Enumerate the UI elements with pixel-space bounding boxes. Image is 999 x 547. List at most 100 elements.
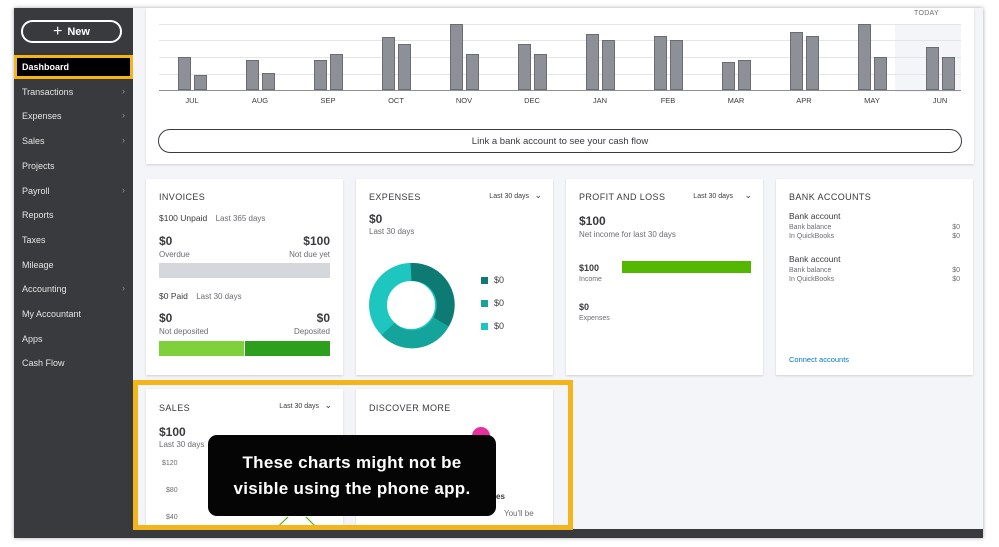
bank-account-name[interactable]: Bank account	[789, 254, 841, 264]
chevron-right-icon: ›	[122, 184, 125, 195]
expenses-donut[interactable]	[366, 260, 456, 350]
income-bar[interactable]	[622, 261, 751, 273]
cashflow-bar[interactable]	[382, 37, 395, 90]
callout-line: These charts might not be	[242, 452, 462, 472]
balance-value: $0	[952, 233, 960, 240]
sidebar-item-label: Reports	[22, 210, 54, 221]
balance-label: Bank balance	[789, 267, 832, 274]
month-label: FEB	[660, 96, 676, 105]
sales-ytick: $40	[166, 514, 178, 521]
sidebar-item-label: Sales	[22, 136, 45, 147]
cashflow-bar[interactable]	[450, 24, 463, 90]
cashflow-bar[interactable]	[602, 40, 615, 90]
cashflow-bar[interactable]	[722, 62, 735, 90]
sales-title: SALES	[159, 403, 191, 413]
expenses-title: EXPENSES	[369, 192, 421, 202]
paid-period: Last 30 days	[196, 292, 242, 301]
cashflow-bar[interactable]	[586, 34, 599, 90]
link-bank-button[interactable]: Link a bank account to see your cash flo…	[158, 129, 962, 153]
balance-label: In QuickBooks	[789, 233, 835, 240]
sidebar-item-sales[interactable]: Sales ›	[14, 129, 133, 153]
sidebar-item-label: Mileage	[22, 259, 54, 270]
profit-loss-card[interactable]: PROFIT AND LOSS Last 30 days ⌄ $100 Net …	[566, 179, 763, 375]
cashflow-bar[interactable]	[398, 44, 411, 90]
sidebar-item-expenses[interactable]: Expenses ›	[14, 104, 133, 128]
unpaid-period: Last 365 days	[215, 214, 266, 223]
pl-title: PROFIT AND LOSS	[579, 192, 666, 202]
pl-period[interactable]: Last 30 days	[693, 193, 733, 200]
bank-accounts-card[interactable]: BANK ACCOUNTS Bank account Bank balance $0…	[776, 179, 973, 375]
sidebar-item-label: Apps	[22, 333, 43, 344]
overdue-value: $0	[159, 234, 173, 248]
cashflow-bar[interactable]	[806, 36, 819, 90]
connect-accounts-link[interactable]: Connect accounts	[789, 355, 849, 364]
sidebar-item-projects[interactable]: Projects	[14, 154, 133, 178]
expenses-total: $0	[369, 212, 383, 226]
sidebar-item-mileage[interactable]: Mileage	[14, 253, 133, 277]
month-label: JAN	[592, 96, 608, 105]
paid-summary: $0 Paid Last 30 days	[159, 291, 242, 301]
deposited-bar[interactable]	[245, 341, 330, 356]
sidebar-item-dashboard[interactable]: Dashboard	[14, 55, 133, 79]
balance-value: $0	[952, 276, 960, 283]
notdeposited-bar[interactable]	[159, 341, 244, 356]
sidebar-item-accounting[interactable]: Accounting ›	[14, 277, 133, 301]
cashflow-bar[interactable]	[738, 60, 751, 90]
cashflow-bar[interactable]	[670, 40, 683, 90]
chevron-down-icon[interactable]: ⌄	[534, 190, 542, 201]
cashflow-bar[interactable]	[262, 73, 275, 90]
sidebar-item-my-accountant[interactable]: My Accountant	[14, 302, 133, 326]
cashflow-bar[interactable]	[790, 32, 803, 90]
cashflow-bar[interactable]	[534, 54, 547, 90]
cashflow-bar[interactable]	[314, 60, 327, 90]
discover-fragment: You'll be	[504, 509, 534, 518]
legend-item[interactable]: $0	[481, 321, 504, 331]
donut-segment[interactable]	[381, 317, 449, 349]
legend-item[interactable]: $0	[481, 298, 504, 308]
balance-value: $0	[952, 267, 960, 274]
gridline	[159, 74, 961, 75]
donut-segment[interactable]	[410, 262, 455, 327]
new-button[interactable]: + New	[21, 20, 122, 43]
plus-icon: +	[53, 22, 63, 40]
chevron-down-icon[interactable]: ⌄	[324, 400, 332, 411]
chart-baseline	[159, 90, 961, 91]
cashflow-bar[interactable]	[926, 47, 939, 90]
sidebar-item-apps[interactable]: Apps	[14, 327, 133, 351]
sidebar-item-transactions[interactable]: Transactions ›	[14, 80, 133, 104]
cashflow-bar[interactable]	[942, 57, 955, 90]
legend-swatch	[481, 322, 488, 330]
chevron-down-icon[interactable]: ⌄	[744, 190, 752, 201]
bank-title: BANK ACCOUNTS	[789, 192, 872, 202]
invoices-card[interactable]: INVOICES $100 Unpaid Last 365 days $0 Ov…	[146, 179, 343, 375]
sidebar-item-cash-flow[interactable]: Cash Flow	[14, 351, 133, 375]
balance-value: $0	[952, 224, 960, 231]
month-label: DEC	[524, 96, 540, 105]
expenses-period[interactable]: Last 30 days	[489, 193, 529, 200]
cashflow-bar[interactable]	[874, 57, 887, 90]
legend-item[interactable]: $0	[481, 275, 504, 285]
sidebar-item-label: Dashboard	[22, 62, 70, 72]
bank-account-name[interactable]: Bank account	[789, 211, 841, 221]
sidebar-item-payroll[interactable]: Payroll ›	[14, 179, 133, 203]
cashflow-bar[interactable]	[518, 44, 531, 90]
month-label: APR	[796, 96, 812, 105]
unpaid-bar[interactable]	[159, 263, 330, 278]
sidebar-item-reports[interactable]: Reports	[14, 203, 133, 227]
sidebar-item-label: Projects	[22, 160, 55, 171]
cashflow-bar[interactable]	[194, 75, 207, 90]
sales-period[interactable]: Last 30 days	[279, 403, 319, 410]
expenses-card[interactable]: EXPENSES Last 30 days ⌄ $0 Last 30 days …	[356, 179, 553, 375]
sidebar-item-label: Expenses	[22, 111, 62, 122]
cashflow-bar[interactable]	[246, 60, 259, 90]
cashflow-bar[interactable]	[330, 54, 343, 90]
cashflow-bar[interactable]	[178, 57, 191, 90]
cashflow-card: TODAY JUL AUG SEP OCT NOV DEC JAN FEB MAR APR MAY J…	[146, 8, 974, 164]
cashflow-bar[interactable]	[858, 24, 871, 90]
chevron-right-icon: ›	[122, 283, 125, 294]
cashflow-bar[interactable]	[654, 36, 667, 90]
gridline	[159, 57, 961, 58]
sidebar-item-taxes[interactable]: Taxes	[14, 228, 133, 252]
deposited-label: Deposited	[293, 327, 330, 336]
cashflow-bar[interactable]	[466, 54, 479, 90]
